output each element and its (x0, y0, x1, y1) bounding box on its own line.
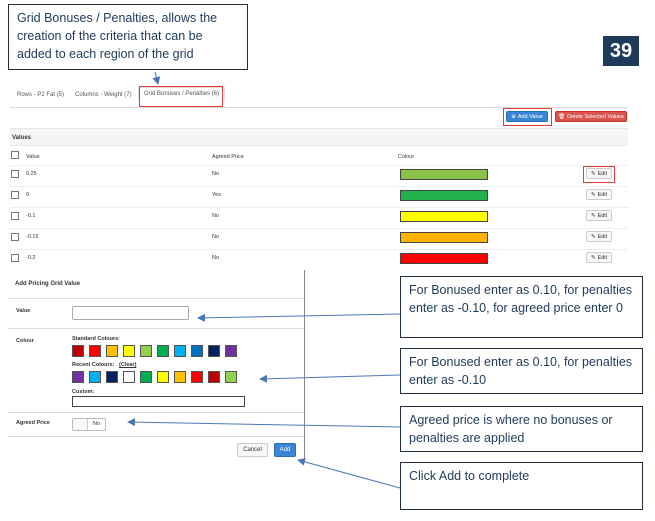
annotation-arrows (127, 71, 401, 489)
arrow-to-add-button (297, 457, 401, 489)
arrow-to-recent-colours (259, 374, 401, 383)
arrow-to-add-value (152, 71, 161, 85)
edit-highlight (583, 166, 615, 183)
arrow-to-agreed-toggle (127, 418, 401, 428)
arrow-to-value-input (197, 313, 401, 322)
